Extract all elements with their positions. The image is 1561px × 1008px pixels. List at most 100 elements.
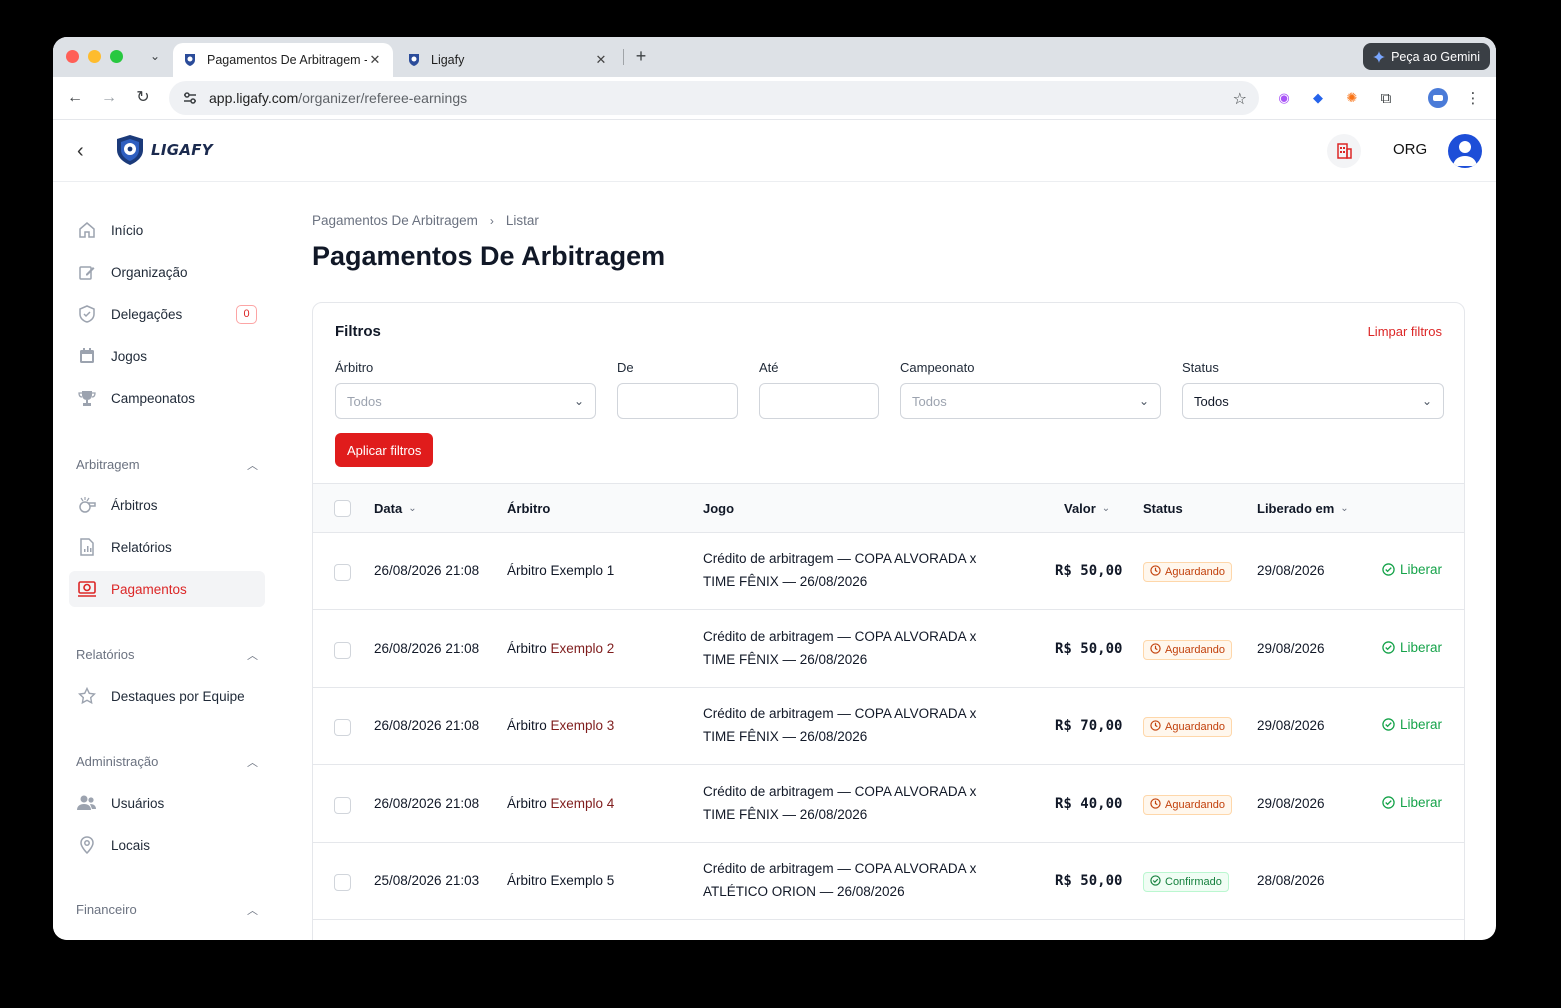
chevron-down-icon: ⌄: [1421, 394, 1432, 408]
row-amount: R$ 50,00: [1055, 640, 1123, 657]
extension-tag-icon[interactable]: ◆: [1308, 88, 1328, 108]
date-from-input[interactable]: [617, 383, 738, 419]
sidebar-group-arbitragem[interactable]: Arbitragem ︿: [76, 457, 258, 473]
column-status: Status: [1143, 501, 1183, 516]
back-arrow-icon[interactable]: ←: [65, 88, 85, 108]
status-badge: Aguardando: [1143, 717, 1232, 737]
new-tab-button[interactable]: +: [631, 46, 651, 66]
date-to-input[interactable]: [759, 383, 879, 419]
minimize-window-button[interactable]: [88, 50, 101, 63]
tab-ligafy[interactable]: Ligafy ✕: [397, 43, 619, 77]
select-value: Todos: [1194, 393, 1229, 409]
sidebar-item-organizacao[interactable]: Organização: [69, 254, 265, 290]
column-data[interactable]: Data ⌄: [374, 501, 417, 516]
sidebar-item-delegacoes[interactable]: Delegações 0: [69, 296, 265, 332]
close-window-button[interactable]: [66, 50, 79, 63]
site-settings-icon[interactable]: [181, 89, 199, 107]
breadcrumb-item[interactable]: Pagamentos De Arbitragem: [312, 213, 478, 228]
row-referee[interactable]: Árbitro Exemplo 2: [507, 641, 614, 656]
status-select[interactable]: Todos ⌄: [1182, 383, 1444, 419]
sidebar-item-inicio[interactable]: Início: [69, 212, 265, 248]
check-circle-icon: [1382, 640, 1395, 654]
maximize-window-button[interactable]: [110, 50, 123, 63]
column-label: Árbitro: [507, 501, 551, 516]
forward-arrow-icon[interactable]: →: [99, 88, 119, 108]
row-checkbox[interactable]: [334, 796, 351, 814]
campeonato-select[interactable]: Todos ⌄: [900, 383, 1161, 419]
column-label: Data: [374, 501, 403, 516]
select-placeholder: Todos: [912, 393, 947, 409]
sidebar-item-pagamentos[interactable]: Pagamentos: [69, 571, 265, 607]
breadcrumb-chevron-icon: ›: [489, 213, 494, 228]
arbitro-select[interactable]: Todos ⌄: [335, 383, 596, 419]
row-released-date: 29/08/2026: [1257, 718, 1325, 733]
sidebar-item-campeonatos[interactable]: Campeonatos: [69, 380, 265, 416]
column-label: Valor: [1064, 501, 1096, 516]
column-liberado-em[interactable]: Liberado em ⌄: [1257, 501, 1349, 516]
extensions-puzzle-icon[interactable]: ⧉: [1376, 88, 1396, 108]
collapse-chevron-left-icon[interactable]: ‹: [77, 140, 84, 163]
user-avatar[interactable]: [1448, 134, 1482, 168]
clear-filters-link[interactable]: Limpar filtros: [1368, 324, 1442, 339]
ligafy-logo[interactable]: LIGAFY: [113, 133, 213, 167]
tab-label: Ligafy: [431, 53, 465, 67]
row-referee[interactable]: Árbitro Exemplo 3: [507, 718, 614, 733]
column-valor[interactable]: Valor ⌄: [1064, 501, 1110, 516]
location-icon: [77, 835, 97, 855]
sidebar-item-usuarios[interactable]: Usuários: [69, 785, 265, 821]
row-checkbox[interactable]: [334, 874, 351, 891]
apply-filters-button[interactable]: Aplicar filtros: [335, 433, 434, 467]
sidebar-group-administracao[interactable]: Administração ︿: [76, 754, 258, 770]
check-circle-icon: [1382, 795, 1395, 809]
row-referee[interactable]: Árbitro Exemplo 5: [507, 873, 614, 888]
ligafy-favicon-icon: [183, 53, 197, 67]
sidebar-item-label: Árbitros: [111, 497, 158, 513]
row-checkbox[interactable]: [334, 719, 351, 736]
extension-sparkle-icon[interactable]: ✺: [1342, 88, 1362, 108]
address-bar[interactable]: app.ligafy.com/organizer/referee-earning…: [169, 81, 1259, 115]
ligafy-shield-icon: [117, 135, 143, 165]
select-all-checkbox[interactable]: [334, 500, 351, 517]
select-placeholder: Todos: [347, 393, 382, 409]
filter-label-campeonato: Campeonato: [900, 360, 975, 375]
release-button[interactable]: Liberar: [1382, 640, 1442, 655]
sidebar-item-arbitros[interactable]: Árbitros: [69, 487, 265, 523]
table-row: 25/08/2026 21:03 Árbitro Exemplo 5 Crédito…: [313, 843, 1464, 920]
chevron-down-icon: ⌄: [1138, 394, 1149, 408]
profile-icon[interactable]: [1428, 88, 1448, 108]
row-released-date: 29/08/2026: [1257, 795, 1325, 811]
earnings-card: Filtros Limpar filtros Árbitro Todos ⌄ D…: [312, 302, 1465, 940]
gemini-button[interactable]: Peça ao Gemini: [1363, 43, 1490, 70]
organization-building-icon[interactable]: [1327, 134, 1361, 168]
sidebar-item-label: Delegações: [111, 306, 183, 322]
sidebar-item-locais[interactable]: Locais: [69, 827, 265, 863]
tab-close-icon[interactable]: ✕: [593, 52, 609, 68]
release-button[interactable]: Liberar: [1382, 717, 1442, 732]
tab-close-icon[interactable]: ✕: [367, 52, 383, 68]
row-game-line-2: TIME FÊNIX — 26/08/2026: [703, 574, 868, 589]
bookmark-star-icon[interactable]: ☆: [1233, 89, 1247, 109]
sidebar-item-label: Pagamentos: [111, 581, 187, 597]
sidebar-item-relatorios-arbitragem[interactable]: Relatórios: [69, 529, 265, 565]
filter-label-ate: Até: [759, 360, 779, 375]
sidebar-group-relatorios[interactable]: Relatórios ︿: [76, 647, 258, 663]
sidebar-item-destaques[interactable]: Destaques por Equipe: [69, 678, 265, 714]
table-row: 26/08/2026 21:08 Árbitro Exemplo 4 Crédito…: [313, 766, 1464, 843]
org-label[interactable]: ORG: [1393, 141, 1427, 158]
release-button[interactable]: Liberar: [1382, 562, 1442, 577]
row-amount: R$ 50,00: [1055, 563, 1123, 579]
home-icon: [77, 220, 97, 240]
browser-menu-icon[interactable]: ⋮: [1463, 88, 1483, 108]
row-referee[interactable]: Árbitro Exemplo 1: [507, 563, 614, 578]
row-referee[interactable]: Árbitro Exemplo 4: [507, 796, 614, 811]
extension-podcast-icon[interactable]: ◉: [1274, 88, 1294, 108]
reload-icon[interactable]: ↻: [133, 88, 153, 108]
tab-pagamentos[interactable]: Pagamentos De Arbitragem - ✕: [173, 43, 393, 77]
row-checkbox[interactable]: [334, 641, 351, 659]
release-button[interactable]: Liberar: [1382, 795, 1442, 810]
sidebar-item-jogos[interactable]: Jogos: [69, 338, 265, 374]
url-path: /organizer/referee-earnings: [298, 90, 468, 106]
tab-search-chevron-icon[interactable]: ⌄: [145, 46, 165, 66]
row-checkbox[interactable]: [334, 564, 351, 581]
sidebar-group-financeiro[interactable]: Financeiro ︿: [76, 902, 258, 918]
